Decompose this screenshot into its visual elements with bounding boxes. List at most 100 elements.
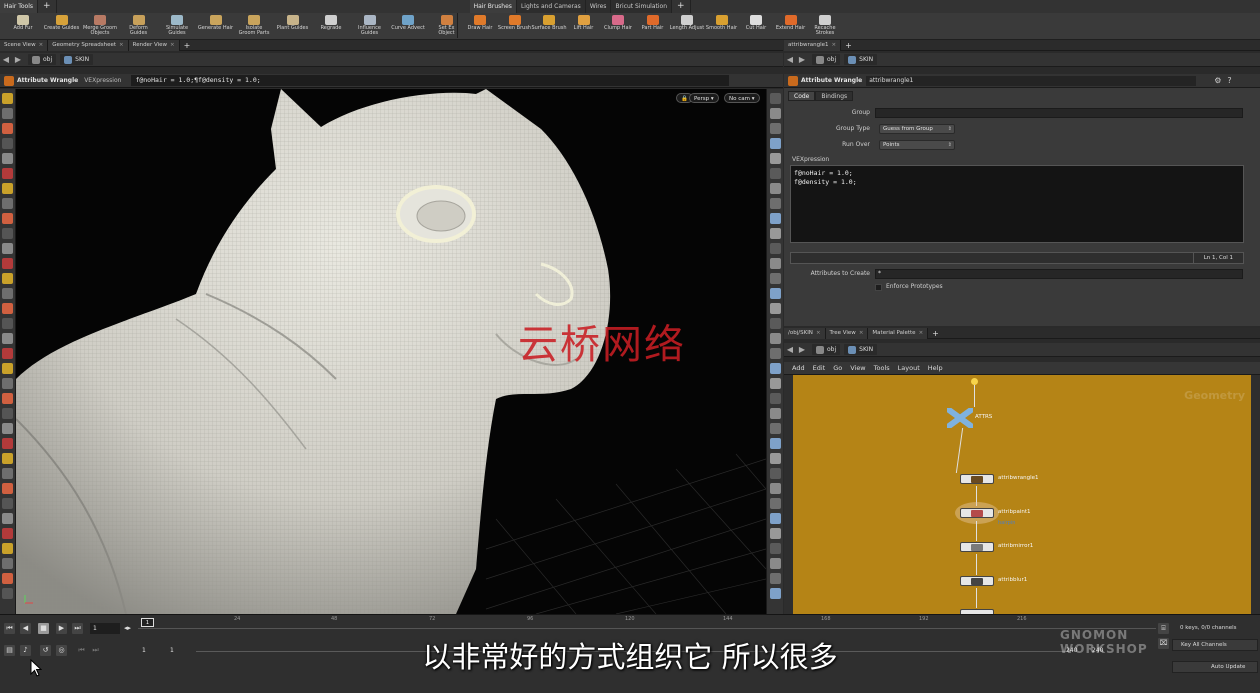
tab-code[interactable]: Code <box>788 91 816 101</box>
viewport-tool-icon[interactable] <box>2 273 13 284</box>
viewport-tool-icon[interactable] <box>769 438 781 449</box>
viewport-tool-icon[interactable] <box>769 243 781 254</box>
viewport-tool-icon[interactable] <box>2 318 13 329</box>
node-attribpaint1[interactable]: attribpaint1 hairpin <box>955 502 1031 526</box>
menu-tools[interactable]: Tools <box>874 364 890 372</box>
shelf-tab-hair-brushes[interactable]: Hair Brushes <box>469 0 517 13</box>
tab-material-palette[interactable]: Material Palette × <box>868 327 929 339</box>
shelf-tool-curve[interactable]: Curve Advect <box>386 14 430 39</box>
tab-bindings[interactable]: Bindings <box>815 91 854 101</box>
viewport-tool-icon[interactable] <box>769 303 781 314</box>
tab-obj-skin[interactable]: /obj/SKIN × <box>784 327 826 339</box>
forward-arrow-icon[interactable]: ▶ <box>796 55 808 64</box>
viewport-tool-icon[interactable] <box>769 573 781 584</box>
node-attribmirror1[interactable]: attribmirror1 <box>960 542 1033 552</box>
forward-arrow-icon[interactable]: ▶ <box>796 345 808 354</box>
viewport-tool-icon[interactable] <box>2 513 13 524</box>
close-icon[interactable]: × <box>859 330 864 336</box>
viewport-tool-icon[interactable] <box>2 228 13 239</box>
viewport-tool-icon[interactable] <box>2 288 13 299</box>
viewport-tool-icon[interactable] <box>769 93 781 104</box>
go-to-end-icon[interactable]: ⏭ <box>72 623 83 634</box>
viewport-tool-icon[interactable] <box>769 213 781 224</box>
viewport-tool-icon[interactable] <box>769 183 781 194</box>
viewport-tool-icon[interactable] <box>769 168 781 179</box>
gear-icon[interactable]: ⚙ <box>1214 76 1221 85</box>
viewport-tool-icon[interactable] <box>2 183 13 194</box>
tab-attribwrangle1[interactable]: attribwrangle1 × <box>784 39 842 51</box>
menu-help[interactable]: Help <box>928 364 943 372</box>
node-attribwrangle1[interactable]: attribwrangle1 <box>960 474 1038 484</box>
viewport-tool-icon[interactable] <box>2 303 13 314</box>
viewport-tool-icon[interactable] <box>769 453 781 464</box>
breadcrumb-skin[interactable]: SKIN <box>844 344 878 355</box>
add-pane-tab-button[interactable]: + <box>928 329 943 338</box>
viewport-tool-icon[interactable] <box>2 483 13 494</box>
breadcrumb-skin[interactable]: SKIN <box>60 54 94 65</box>
viewport-tool-icon[interactable] <box>769 408 781 419</box>
tab-scene-view[interactable]: Scene View × <box>0 39 49 51</box>
shelf-tab-bricut-sim[interactable]: Bricut Simulation <box>611 0 673 13</box>
viewport-tool-icon[interactable] <box>769 363 781 374</box>
close-icon[interactable]: × <box>831 42 836 48</box>
node-attribblur1[interactable]: attribblur1 <box>960 576 1027 586</box>
viewport-tool-icon[interactable] <box>2 258 13 269</box>
viewport-tool-icon[interactable] <box>769 153 781 164</box>
viewport-tool-icon[interactable] <box>769 483 781 494</box>
attrs-create-field[interactable]: * <box>875 269 1243 279</box>
current-frame-marker[interactable]: 1 <box>141 618 154 627</box>
viewport-tool-icon[interactable] <box>2 453 13 464</box>
viewport-tool-icon[interactable] <box>769 138 781 149</box>
viewport-tool-icon[interactable] <box>2 333 13 344</box>
viewport-tool-icon[interactable] <box>2 588 13 599</box>
vex-code-editor[interactable]: f@noHair = 1.0; f@density = 1.0; <box>790 165 1244 243</box>
play-icon[interactable]: ▶ <box>56 623 67 634</box>
frame-step-icon[interactable]: ◂▸ <box>122 623 133 634</box>
close-icon[interactable]: × <box>39 42 44 48</box>
viewport-tool-icon[interactable] <box>2 573 13 584</box>
shelf-tool-simulate[interactable]: Simulate Guides <box>155 14 199 39</box>
forward-arrow-icon[interactable]: ▶ <box>12 55 24 64</box>
viewport-tool-icon[interactable] <box>2 498 13 509</box>
network-editor[interactable]: Geometry ATTRS attribwrangle1 attribpain… <box>793 375 1251 614</box>
viewport-tool-icon[interactable] <box>769 273 781 284</box>
viewport-tool-icon[interactable] <box>2 408 13 419</box>
shelf-tool-regrade[interactable]: Regrade <box>309 14 353 39</box>
viewport-tool-icon[interactable] <box>769 348 781 359</box>
camera-dropdown[interactable]: No cam ▾ <box>724 93 760 103</box>
add-shelf-tab-button[interactable]: + <box>38 0 56 13</box>
viewport-tool-icon[interactable] <box>2 138 13 149</box>
add-pane-tab-button[interactable]: + <box>180 41 195 50</box>
viewport-tool-icon[interactable] <box>769 558 781 569</box>
close-icon[interactable]: × <box>119 42 124 48</box>
viewport-tool-icon[interactable] <box>769 108 781 119</box>
step-back-icon[interactable]: ◀ <box>20 623 31 634</box>
add-pane-tab-button[interactable]: + <box>841 41 856 50</box>
frame-field[interactable]: 1 <box>90 623 120 634</box>
viewport-tool-icon[interactable] <box>2 168 13 179</box>
viewport-tool-icon[interactable] <box>2 393 13 404</box>
viewport-tool-icon[interactable] <box>2 243 13 254</box>
shelf-tool-influence[interactable]: Influence Guides <box>348 14 392 39</box>
viewport-tool-icon[interactable] <box>2 363 13 374</box>
viewport-tool-icon[interactable] <box>2 93 13 104</box>
viewport-tool-icon[interactable] <box>2 198 13 209</box>
viewport-tool-icon[interactable] <box>2 543 13 554</box>
viewport-tool-icon[interactable] <box>769 513 781 524</box>
viewport-tool-icon[interactable] <box>2 123 13 134</box>
run-over-select[interactable]: Points ⇕ <box>879 140 955 150</box>
help-icon[interactable]: ? <box>1227 76 1231 85</box>
shelf-tool-fur[interactable]: Add Fur <box>1 14 45 39</box>
viewport-tool-icon[interactable] <box>2 108 13 119</box>
shelf-tool-merge[interactable]: Merge Groom Objects <box>78 14 122 39</box>
viewport-tool-icon[interactable] <box>2 423 13 434</box>
viewport-tool-icon[interactable] <box>2 438 13 449</box>
viewport-tool-icon[interactable] <box>2 528 13 539</box>
shelf-tab-hair-tools[interactable]: Hair Tools <box>0 0 39 13</box>
group-field[interactable] <box>875 108 1243 118</box>
go-to-start-icon[interactable]: ⏮ <box>4 623 15 634</box>
viewport-tool-icon[interactable] <box>769 588 781 599</box>
viewport-tool-icon[interactable] <box>769 288 781 299</box>
viewport-tool-icon[interactable] <box>769 258 781 269</box>
back-arrow-icon[interactable]: ◀ <box>784 345 796 354</box>
